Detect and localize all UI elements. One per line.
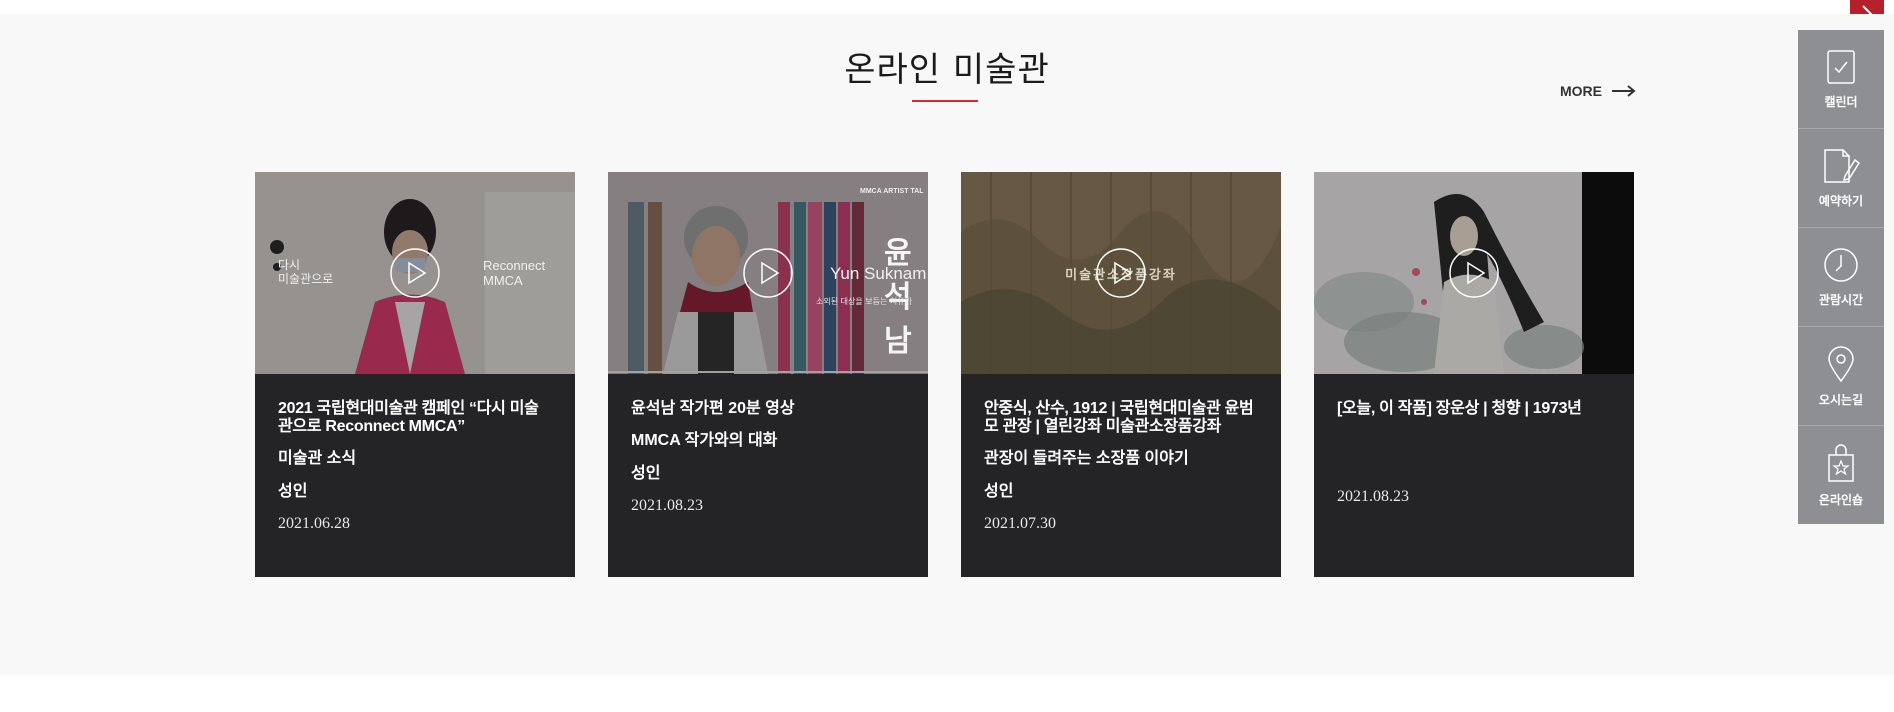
quick-menu-directions[interactable]: 오시는길 xyxy=(1798,327,1884,426)
card-date: 2021.06.28 xyxy=(278,515,350,532)
video-card[interactable]: MMCA ARTIST TAL 윤석남 Yun Suknam 소외된 대상을 보… xyxy=(608,172,928,577)
quick-menu-calendar[interactable]: 캘린더 xyxy=(1798,30,1884,129)
card-body: 안중식, 산수, 1912 | 국립현대미술관 윤범모 관장 | 열린강좌 미술… xyxy=(961,374,1281,533)
calendar-icon xyxy=(1827,49,1855,84)
card-category: MMCA 작가와의 대화 xyxy=(631,432,778,449)
card-title[interactable]: [오늘, 이 작품] 장운상 | 청향 | 1973년 xyxy=(1337,400,1611,418)
card-date: 2021.07.30 xyxy=(984,515,1056,532)
title-underline xyxy=(912,100,978,102)
card-title[interactable]: 2021 국립현대미술관 캠페인 “다시 미술관으로 Reconnect MMC… xyxy=(278,400,552,436)
card-date: 2021.08.23 xyxy=(631,497,703,514)
thumbnail-caption-main: 윤석남 xyxy=(884,236,912,359)
clock-icon xyxy=(1824,247,1858,282)
quick-menu-label: 관람시간 xyxy=(1818,292,1864,307)
quick-menu-label: 온라인숍 xyxy=(1818,492,1864,507)
play-icon[interactable] xyxy=(1449,248,1499,298)
play-icon[interactable] xyxy=(1096,248,1146,298)
more-link[interactable]: MORE xyxy=(1560,83,1636,99)
card-body: 윤석남 작가편 20분 영상 MMCA 작가와의 대화 성인 2021.08.2… xyxy=(608,374,928,515)
card-category: 미술관 소식 xyxy=(278,450,357,467)
play-icon[interactable] xyxy=(390,248,440,298)
quick-menu-label: 예약하기 xyxy=(1818,193,1864,208)
quick-menu-reservation[interactable]: 예약하기 xyxy=(1798,129,1884,228)
thumbnail-caption-right: Reconnect MMCA xyxy=(483,258,546,288)
video-card[interactable]: 다시 미술관으로 Reconnect MMCA 2021 국립현대미술관 캠페인… xyxy=(255,172,575,577)
online-museum-section: 온라인 미술관 MORE 다시 미술관으로 Reconnect MMCA 202… xyxy=(0,14,1894,675)
card-title[interactable]: 윤석남 작가편 20분 영상 xyxy=(631,400,905,418)
card-audience: 성인 xyxy=(984,483,1014,500)
quick-menu-label: 오시는길 xyxy=(1818,392,1864,407)
reservation-icon xyxy=(1824,148,1861,183)
card-date: 2021.08.23 xyxy=(1337,488,1409,505)
thumbnail-caption-small: 소외된 대상을 보듬는 치유가 xyxy=(816,297,912,306)
shopping-bag-icon xyxy=(1828,443,1854,482)
more-label: MORE xyxy=(1560,83,1602,99)
card-audience: 성인 xyxy=(631,465,661,482)
arrow-right-icon xyxy=(1612,85,1636,97)
play-icon[interactable] xyxy=(743,248,793,298)
quick-menu-online-shop[interactable]: 온라인숍 xyxy=(1798,426,1884,524)
card-body: [오늘, 이 작품] 장운상 | 청향 | 1973년 2021.08.23 xyxy=(1314,374,1634,506)
video-thumbnail[interactable]: 미술관소장품강좌 xyxy=(961,172,1281,374)
video-card[interactable]: [오늘, 이 작품] 장운상 | 청향 | 1973년 2021.08.23 xyxy=(1314,172,1634,577)
video-thumbnail[interactable]: MMCA ARTIST TAL 윤석남 Yun Suknam 소외된 대상을 보… xyxy=(608,172,928,374)
thumbnail-caption-en: Yun Suknam xyxy=(830,264,927,283)
video-thumbnail[interactable] xyxy=(1314,172,1634,374)
quick-menu-label: 캘린더 xyxy=(1824,94,1858,109)
card-audience: 성인 xyxy=(278,483,308,500)
location-pin-icon xyxy=(1828,345,1854,382)
video-thumbnail[interactable]: 다시 미술관으로 Reconnect MMCA xyxy=(255,172,575,374)
card-title[interactable]: 안중식, 산수, 1912 | 국립현대미술관 윤범모 관장 | 열린강좌 미술… xyxy=(984,400,1258,436)
card-category: 관장이 들려주는 소장품 이야기 xyxy=(984,450,1189,467)
quick-menu-hours[interactable]: 관람시간 xyxy=(1798,228,1884,327)
thumbnail-caption-top: MMCA ARTIST TAL xyxy=(860,188,924,195)
video-card[interactable]: 미술관소장품강좌 안중식, 산수, 1912 | 국립현대미술관 윤범모 관장 … xyxy=(961,172,1281,577)
quick-menu: 캘린더 예약하기 관람시간 오시는길 온라인숍 xyxy=(1798,30,1884,524)
thumbnail-caption-left: 다시 미술관으로 xyxy=(278,258,334,286)
card-body: 2021 국립현대미술관 캠페인 “다시 미술관으로 Reconnect MMC… xyxy=(255,374,575,533)
